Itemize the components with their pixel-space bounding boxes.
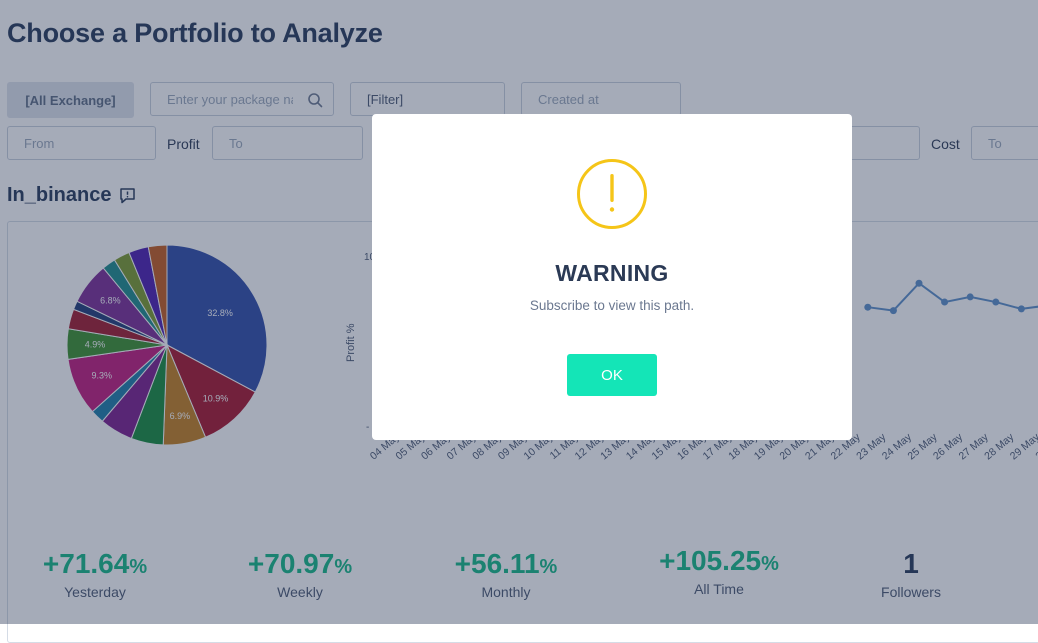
exclamation-icon xyxy=(577,159,647,229)
modal-message: Subscribe to view this path. xyxy=(529,298,695,313)
warning-modal: WARNING Subscribe to view this path. OK xyxy=(372,114,852,440)
modal-title: WARNING xyxy=(555,260,669,286)
ok-button[interactable]: OK xyxy=(567,354,657,396)
